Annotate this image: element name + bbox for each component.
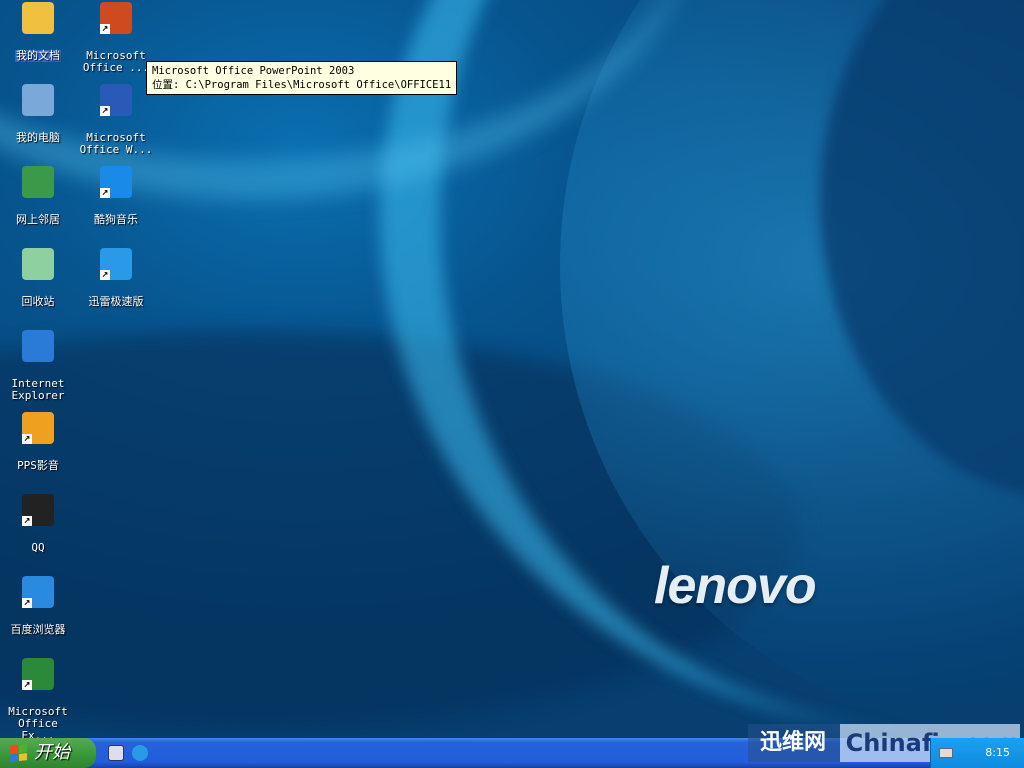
pps-icon: ↗ (22, 412, 54, 444)
desktop-icon-label: 回收站 (21, 295, 55, 308)
keyboard-icon[interactable] (939, 748, 953, 758)
thunder-icon: ↗ (100, 248, 132, 280)
desktop-icon-label: PPS影音 (17, 459, 59, 472)
network-places-icon (22, 166, 54, 198)
desktop-icon-label: Microsoft Office ... (82, 49, 150, 74)
desktop-icon[interactable]: 我的电脑 (0, 84, 76, 144)
shortcut-arrow-icon: ↗ (100, 24, 110, 34)
desktop-icon[interactable]: ↗ 酷狗音乐 (78, 166, 154, 226)
desktop-icon[interactable]: ↗ PPS影音 (0, 412, 76, 472)
kugou-icon: ↗ (100, 166, 132, 198)
excel-icon: ↗ (22, 658, 54, 690)
my-computer-icon (22, 84, 54, 116)
desktop-icon[interactable]: ↗ Microsoft Office ... (78, 2, 154, 74)
start-button[interactable]: 开始 (0, 738, 96, 768)
desktop-icon-label: 迅雷极速版 (88, 295, 144, 308)
my-documents-icon (22, 2, 54, 34)
recycle-bin-icon (22, 248, 54, 280)
system-tray: 8:15 (930, 738, 1024, 768)
desktop-icon-label: Microsoft Office W... (79, 131, 153, 156)
lenovo-logo: lenovo (654, 557, 817, 615)
desktop-icon-label: 百度浏览器 (10, 623, 66, 636)
desktop-icon[interactable]: ↗ Microsoft Office Ex... (0, 658, 76, 738)
shortcut-arrow-icon: ↗ (100, 106, 110, 116)
internet-explorer-icon (22, 330, 54, 362)
powerpoint-icon: ↗ (100, 2, 132, 34)
desktop-icon[interactable]: Internet Explorer (0, 330, 76, 402)
windows-logo-icon (10, 744, 27, 762)
word-icon: ↗ (100, 84, 132, 116)
tooltip-title: Microsoft Office PowerPoint 2003 (152, 65, 355, 77)
shortcut-arrow-icon: ↗ (100, 270, 110, 280)
shortcut-arrow-icon: ↗ (22, 680, 32, 690)
tooltip: Microsoft Office PowerPoint 2003 位置: C:\… (146, 61, 458, 95)
clock[interactable]: 8:15 (985, 746, 1010, 759)
start-label: 开始 (34, 742, 70, 763)
desktop-icon[interactable]: 回收站 (0, 248, 76, 308)
desktop-icon-label: Microsoft Office Ex... (8, 705, 68, 739)
shortcut-arrow-icon: ↗ (22, 516, 32, 526)
desktop-icon-label: 网上邻居 (16, 213, 60, 226)
qq-icon: ↗ (22, 494, 54, 526)
desktop-icon[interactable]: 我的文档 (0, 2, 76, 62)
tooltip-location: 位置: C:\Program Files\Microsoft Office\OF… (152, 79, 452, 91)
watermark-left: 迅维网 (748, 724, 840, 762)
shortcut-arrow-icon: ↗ (22, 598, 32, 608)
desktop-icon-label: Internet Explorer (11, 377, 65, 402)
desktop-icon[interactable]: ↗ QQ (0, 494, 76, 554)
desktop-icon-label: 我的文档 (15, 49, 61, 62)
desktop-icon[interactable]: ↗ 百度浏览器 (0, 576, 76, 636)
desktop-icon-label: QQ (31, 541, 45, 554)
desktop-icon[interactable]: ↗ 迅雷极速版 (78, 248, 154, 308)
shortcut-arrow-icon: ↗ (100, 188, 110, 198)
desktop-icon-label: 酷狗音乐 (94, 213, 138, 226)
baidu-browser-icon: ↗ (22, 576, 54, 608)
desktop-icon-label: 我的电脑 (16, 131, 60, 144)
show-desktop-icon[interactable] (108, 745, 124, 761)
quick-launch-browser-icon[interactable] (132, 745, 148, 761)
desktop[interactable]: lenovo 我的文档我的电脑网上邻居回收站 Internet Explorer ↗… (0, 0, 1024, 738)
desktop-icon[interactable]: ↗ Microsoft Office W... (78, 84, 154, 156)
shortcut-arrow-icon: ↗ (22, 434, 32, 444)
desktop-icon[interactable]: 网上邻居 (0, 166, 76, 226)
